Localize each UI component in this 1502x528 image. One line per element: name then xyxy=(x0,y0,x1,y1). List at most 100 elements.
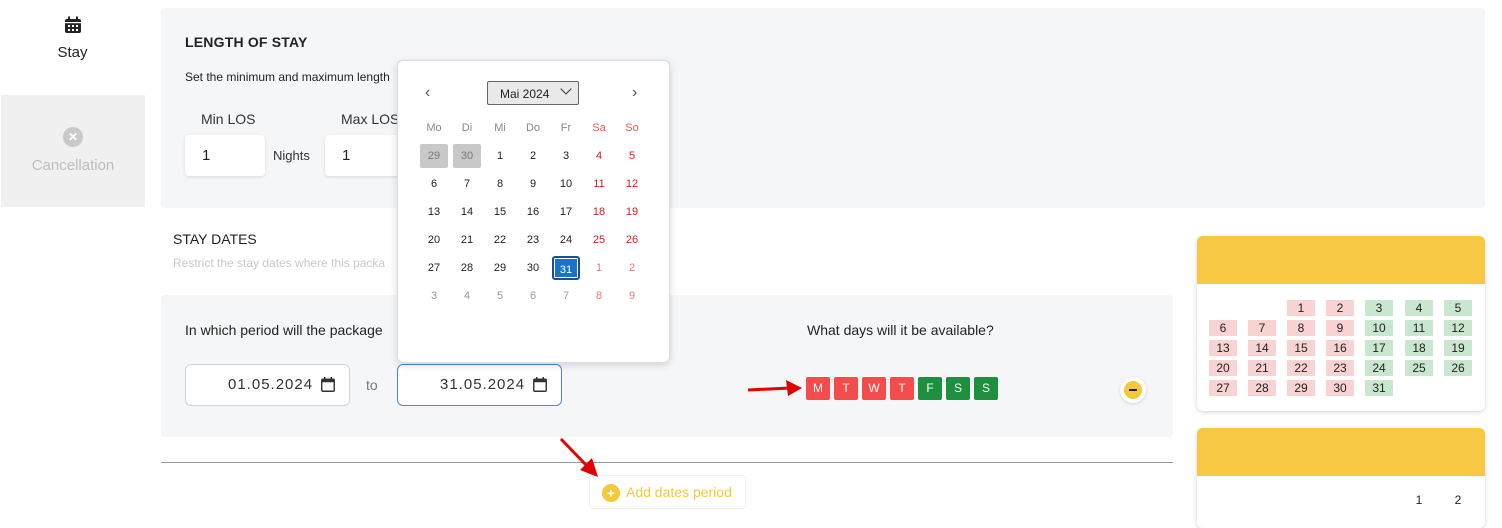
annotation-arrow xyxy=(747,380,802,396)
nav-item-cancellation[interactable]: ✕ Cancellation xyxy=(1,95,145,207)
length-of-stay-panel xyxy=(161,8,1485,208)
to-date-value: 31.05.2024 xyxy=(440,376,526,393)
days-question: What days will it be available? xyxy=(807,322,994,338)
calendar-day[interactable]: 12 xyxy=(618,172,646,196)
calendar-day[interactable]: 22 xyxy=(486,228,514,252)
calendar-day[interactable]: 16 xyxy=(519,200,547,224)
calendar-day[interactable]: 29 xyxy=(420,144,448,168)
chevron-right-icon[interactable]: › xyxy=(632,84,637,102)
nights-label: Nights xyxy=(273,148,310,163)
calendar-day: 9 xyxy=(1326,320,1354,336)
calendar-day: 3 xyxy=(1365,300,1393,316)
calendar-header xyxy=(1197,236,1485,284)
period-question: In which period will the package xyxy=(185,322,383,338)
calendar-day[interactable]: 7 xyxy=(552,284,580,308)
month-select[interactable]: Mai 2024 xyxy=(487,81,579,105)
calendar-day[interactable]: 1 xyxy=(585,256,613,280)
weekday-header: Fr xyxy=(560,122,572,134)
calendar-day[interactable]: 2 xyxy=(618,256,646,280)
calendar-day: 26 xyxy=(1444,360,1472,376)
calendar-day[interactable]: 3 xyxy=(552,144,580,168)
calendar-day: 20 xyxy=(1209,360,1237,376)
calendar-day[interactable]: 7 xyxy=(453,172,481,196)
calendar-day: 7 xyxy=(1248,320,1276,336)
from-date-input[interactable]: 01.05.2024 xyxy=(185,364,350,406)
calendar-day[interactable]: 4 xyxy=(453,284,481,308)
calendar-day[interactable]: 17 xyxy=(552,200,580,224)
calendar-day: 19 xyxy=(1444,340,1472,356)
calendar-day[interactable]: 30 xyxy=(519,256,547,280)
calendar-day[interactable]: 24 xyxy=(552,228,580,252)
month-select-value: Mai 2024 xyxy=(500,87,550,101)
availability-calendar: 12 xyxy=(1197,428,1485,528)
calendar-day: 23 xyxy=(1326,360,1354,376)
calendar-day[interactable]: 6 xyxy=(519,284,547,308)
calendar-day[interactable]: 27 xyxy=(420,256,448,280)
weekday-toggle[interactable]: W xyxy=(862,377,886,400)
calendar-day[interactable]: 28 xyxy=(453,256,481,280)
calendar-day[interactable]: 23 xyxy=(519,228,547,252)
calendar-day: 24 xyxy=(1365,360,1393,376)
to-date-input[interactable]: 31.05.2024 xyxy=(397,364,562,406)
calendar-day[interactable]: 11 xyxy=(585,172,613,196)
calendar-day[interactable]: 14 xyxy=(453,200,481,224)
calendar-day[interactable]: 9 xyxy=(519,172,547,196)
calendar-day[interactable]: 18 xyxy=(585,200,613,224)
availability-calendar: 1 2 3 4 5 6 7 8 9 10 11 12 13 14 15 16 17 18 19 20 21 22 23 24 2… xyxy=(1197,236,1485,411)
calendar-day: 14 xyxy=(1248,340,1276,356)
calendar-day: 2 xyxy=(1454,493,1462,507)
calendar-day: 15 xyxy=(1287,340,1315,356)
calendar-day[interactable]: 13 xyxy=(420,200,448,224)
calendar-day[interactable]: 1 xyxy=(486,144,514,168)
max-los-input[interactable]: 1 xyxy=(325,135,405,176)
calendar-day[interactable]: 20 xyxy=(420,228,448,252)
calendar-day[interactable]: 30 xyxy=(453,144,481,168)
calendar-day[interactable]: 19 xyxy=(618,200,646,224)
weekday-toggle[interactable]: S xyxy=(946,377,970,400)
plus-circle-icon: + xyxy=(602,484,620,502)
chevron-down-icon xyxy=(560,83,572,95)
remove-period-button[interactable] xyxy=(1120,377,1146,403)
weekday-toggle[interactable]: M xyxy=(806,377,830,400)
calendar-day[interactable]: 6 xyxy=(420,172,448,196)
calendar-day[interactable]: 10 xyxy=(552,172,580,196)
calendar-icon xyxy=(65,16,81,33)
calendar-day: 1 xyxy=(1415,493,1423,507)
calendar-day: 25 xyxy=(1405,360,1433,376)
calendar-day[interactable]: 8 xyxy=(585,284,613,308)
add-dates-period-label: Add dates period xyxy=(626,484,732,500)
nav-item-stay[interactable]: Stay xyxy=(0,0,145,94)
weekday-toggle[interactable]: F xyxy=(918,377,942,400)
calendar-day[interactable]: 5 xyxy=(486,284,514,308)
calendar-day[interactable]: 5 xyxy=(618,144,646,168)
from-date-value: 01.05.2024 xyxy=(228,376,314,393)
calendar-day[interactable]: 29 xyxy=(486,256,514,280)
weekday-header: Do xyxy=(525,122,541,134)
calendar-icon[interactable] xyxy=(321,377,335,392)
weekday-toggle[interactable]: T xyxy=(834,377,858,400)
add-dates-period-button[interactable]: + Add dates period xyxy=(589,475,746,509)
calendar-day[interactable]: 26 xyxy=(618,228,646,252)
min-los-input[interactable]: 1 xyxy=(185,135,265,176)
calendar-header xyxy=(1197,428,1485,476)
calendar-day: 1 xyxy=(1287,300,1315,316)
section-subtitle: Set the minimum and maximum length xyxy=(185,70,390,84)
calendar-day[interactable]: 8 xyxy=(486,172,514,196)
weekday-toggle[interactable]: T xyxy=(890,377,914,400)
calendar-day[interactable]: 21 xyxy=(453,228,481,252)
chevron-left-icon[interactable]: ‹ xyxy=(425,84,430,102)
calendar-day[interactable]: 2 xyxy=(519,144,547,168)
calendar-day: 18 xyxy=(1405,340,1433,356)
calendar-day: 27 xyxy=(1209,380,1237,396)
calendar-day[interactable]: 4 xyxy=(585,144,613,168)
calendar-icon[interactable] xyxy=(533,377,547,392)
calendar-day[interactable]: 3 xyxy=(420,284,448,308)
calendar-day[interactable]: 9 xyxy=(618,284,646,308)
calendar-day: 2 xyxy=(1326,300,1354,316)
calendar-day: 28 xyxy=(1248,380,1276,396)
calendar-day: 31 xyxy=(1365,380,1393,396)
calendar-day[interactable]: 25 xyxy=(585,228,613,252)
weekday-toggle[interactable]: S xyxy=(974,377,998,400)
calendar-day[interactable]: 15 xyxy=(486,200,514,224)
calendar-day[interactable]: 31 xyxy=(552,256,580,280)
